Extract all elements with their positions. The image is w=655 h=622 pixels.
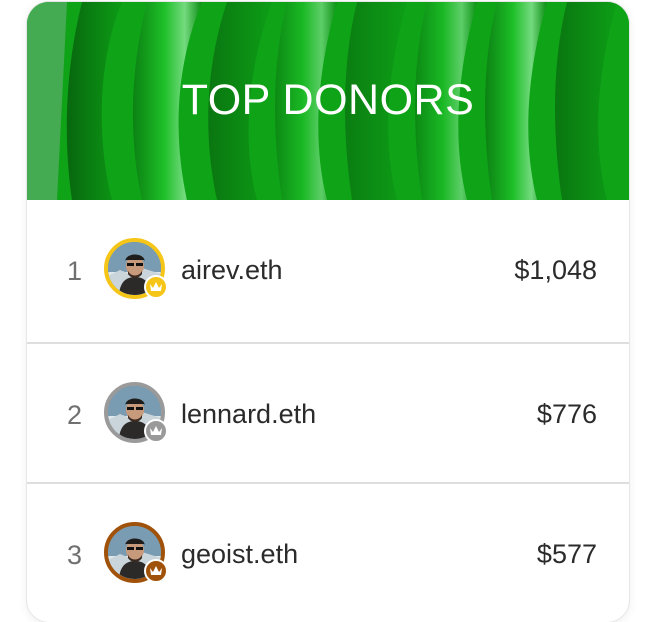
donor-rank: 3 [67, 540, 83, 570]
donor-name[interactable]: geoist.eth [181, 539, 298, 570]
donor-amount: $577 [536, 539, 597, 569]
page-title: TOP DONORS [181, 76, 475, 124]
crown-icon [144, 559, 168, 583]
donor-list: 1 airev.eth $1,048 2 lennard.eth $776 3 … [27, 200, 629, 622]
top-donors-banner: TOP DONORS [27, 2, 629, 200]
avatar[interactable] [104, 522, 168, 583]
donor-rank: 2 [67, 400, 83, 430]
donor-name[interactable]: lennard.eth [181, 399, 316, 430]
crown-icon [144, 419, 168, 443]
donor-amount: $1,048 [514, 255, 597, 285]
top-donors-card: TOP DONORS 1 airev.eth $1,048 2 lennard.… [27, 2, 629, 622]
crown-icon [144, 275, 168, 299]
donor-row[interactable]: 2 lennard.eth $776 [27, 342, 629, 482]
donor-rank: 1 [67, 256, 83, 286]
donor-amount: $776 [536, 399, 597, 429]
donor-row[interactable]: 3 geoist.eth $577 [27, 482, 629, 622]
avatar[interactable] [104, 238, 168, 299]
donor-row[interactable]: 1 airev.eth $1,048 [27, 200, 629, 342]
avatar[interactable] [104, 382, 168, 443]
donor-name[interactable]: airev.eth [181, 255, 283, 286]
